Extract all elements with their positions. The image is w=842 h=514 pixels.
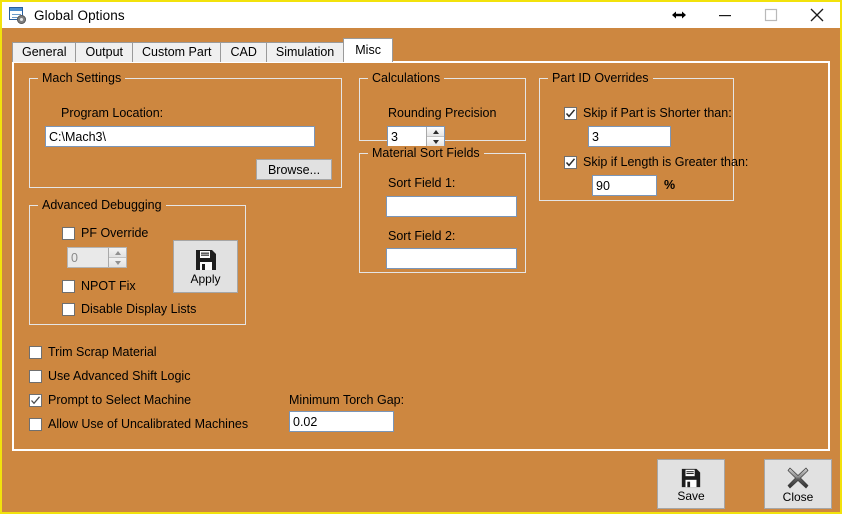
browse-button[interactable]: Browse... xyxy=(256,159,332,180)
advanced-debugging-group: Advanced Debugging PF Override 0 Apply N… xyxy=(29,198,246,325)
tab-label: Output xyxy=(85,45,124,60)
mach-settings-title: Mach Settings xyxy=(38,71,126,85)
stepper-down-button[interactable] xyxy=(109,258,126,267)
checkbox-box xyxy=(564,106,577,120)
material-sort-fields-title: Material Sort Fields xyxy=(368,146,484,160)
skip-if-shorter-checkbox[interactable]: Skip if Part is Shorter than: xyxy=(564,106,732,120)
rounding-precision-value: 3 xyxy=(391,129,398,144)
disable-display-lists-checkbox[interactable]: Disable Display Lists xyxy=(62,302,196,316)
sort-field-1-label: Sort Field 1: xyxy=(388,176,456,190)
sort-field-2-input[interactable] xyxy=(386,248,517,269)
tab-label: CAD xyxy=(230,45,257,60)
option-label: Prompt to Select Machine xyxy=(48,393,192,407)
checkbox-box xyxy=(29,369,42,383)
apply-label: Apply xyxy=(190,272,221,286)
rounding-precision-stepper[interactable]: 3 xyxy=(387,126,445,147)
close-icon[interactable] xyxy=(794,2,840,28)
floppy-save-icon xyxy=(194,248,218,272)
window-title: Global Options xyxy=(34,7,125,23)
part-id-overrides-title: Part ID Overrides xyxy=(548,71,653,85)
stepper-buttons[interactable] xyxy=(426,127,444,146)
resize-horizontal-icon[interactable] xyxy=(656,2,702,28)
tab-output[interactable]: Output xyxy=(75,42,134,62)
tab-cad[interactable]: CAD xyxy=(220,42,267,62)
part-id-overrides-group: Part ID Overrides Skip if Part is Shorte… xyxy=(539,71,748,201)
trim-scrap-material-checkbox[interactable]: Trim Scrap Material xyxy=(29,345,157,359)
checkbox-box xyxy=(62,226,75,240)
close-label: Close xyxy=(782,489,814,504)
global-options-window: Global Options General Output Custom Par… xyxy=(0,0,842,514)
tab-custom-part[interactable]: Custom Part xyxy=(132,42,222,62)
advanced-debugging-title: Advanced Debugging xyxy=(38,198,166,212)
maximize-icon[interactable] xyxy=(748,2,794,28)
x-close-icon xyxy=(786,466,810,490)
option-label: Allow Use of Uncalibrated Machines xyxy=(48,417,249,431)
option-label: Trim Scrap Material xyxy=(48,345,157,359)
checkbox-box xyxy=(62,279,75,293)
minimize-icon[interactable] xyxy=(702,2,748,28)
pf-override-value: 0 xyxy=(71,250,78,265)
close-button[interactable]: Close xyxy=(764,459,832,509)
tab-simulation[interactable]: Simulation xyxy=(265,42,345,62)
title-bar: Global Options xyxy=(2,2,840,28)
stepper-down-button[interactable] xyxy=(427,137,444,146)
prompt-to-select-machine-checkbox[interactable]: Prompt to Select Machine xyxy=(29,393,191,407)
material-sort-fields-group: Material Sort Fields Sort Field 1: Sort … xyxy=(359,146,526,273)
options-form-icon xyxy=(9,6,26,24)
percent-symbol-label: % xyxy=(664,178,676,192)
rounding-precision-label: Rounding Precision xyxy=(388,106,497,120)
floppy-save-icon xyxy=(680,467,702,489)
skip-if-longer-checkbox[interactable]: Skip if Length is Greater than: xyxy=(564,155,748,169)
skip-if-shorter-input[interactable]: 3 xyxy=(588,126,671,147)
allow-uncalibrated-machines-checkbox[interactable]: Allow Use of Uncalibrated Machines xyxy=(29,417,248,431)
checkbox-box xyxy=(29,417,42,431)
checkbox-box xyxy=(29,393,42,407)
disable-display-lists-label: Disable Display Lists xyxy=(81,302,197,316)
npot-fix-label: NPOT Fix xyxy=(81,279,136,293)
stepper-up-button[interactable] xyxy=(109,248,126,258)
apply-button[interactable]: Apply xyxy=(173,240,238,293)
checkbox-box xyxy=(29,345,42,359)
save-button[interactable]: Save xyxy=(657,459,725,509)
checkbox-box xyxy=(564,155,577,169)
program-location-input[interactable]: C:\Mach3\ xyxy=(45,126,315,147)
tab-misc[interactable]: Misc xyxy=(343,38,393,62)
window-controls xyxy=(656,2,840,28)
tab-label: Misc xyxy=(355,43,381,58)
pf-override-checkbox[interactable]: PF Override xyxy=(62,226,148,240)
use-advanced-shift-logic-checkbox[interactable]: Use Advanced Shift Logic xyxy=(29,369,190,383)
sort-field-1-input[interactable] xyxy=(386,196,517,217)
calculations-title: Calculations xyxy=(368,71,445,85)
mach-settings-group: Mach Settings Program Location: C:\Mach3… xyxy=(29,71,342,188)
skip-if-longer-input[interactable]: 90 xyxy=(592,175,657,196)
tab-label: Custom Part xyxy=(142,45,212,60)
tab-label: General xyxy=(22,45,67,60)
pf-override-stepper[interactable]: 0 xyxy=(67,247,127,268)
stepper-buttons[interactable] xyxy=(108,248,126,267)
program-location-label: Program Location: xyxy=(61,106,164,120)
tab-label: Simulation xyxy=(275,45,335,60)
misc-tab-panel: Mach Settings Program Location: C:\Mach3… xyxy=(12,61,830,451)
tab-general[interactable]: General xyxy=(12,42,77,62)
pf-override-label: PF Override xyxy=(81,226,149,240)
checkbox-box xyxy=(62,302,75,316)
minimum-torch-gap-input[interactable]: 0.02 xyxy=(289,411,394,432)
save-label: Save xyxy=(677,488,705,503)
minimum-torch-gap-label: Minimum Torch Gap: xyxy=(289,393,405,407)
skip-if-shorter-label: Skip if Part is Shorter than: xyxy=(583,106,732,120)
skip-if-longer-label: Skip if Length is Greater than: xyxy=(583,155,749,169)
sort-field-2-label: Sort Field 2: xyxy=(388,229,456,243)
npot-fix-checkbox[interactable]: NPOT Fix xyxy=(62,279,136,293)
option-label: Use Advanced Shift Logic xyxy=(48,369,191,383)
calculations-group: Calculations Rounding Precision 3 xyxy=(359,71,526,147)
stepper-up-button[interactable] xyxy=(427,127,444,137)
tab-strip: General Output Custom Part CAD Simulatio… xyxy=(12,38,393,62)
